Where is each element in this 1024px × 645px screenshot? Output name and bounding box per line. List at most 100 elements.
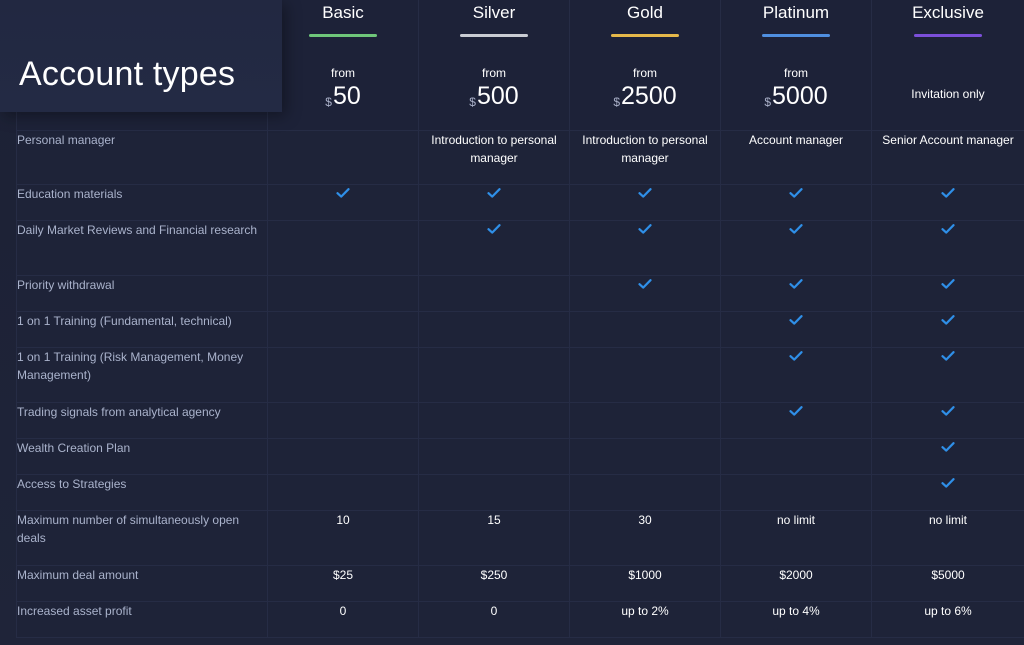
plan-price-amount: 50 <box>332 82 361 110</box>
feature-row-maximum-deal-amount: Maximum deal amount $25 $250 $1000 $2000 $500… <box>16 565 1024 602</box>
feature-cell-included <box>871 438 1024 475</box>
check-icon <box>789 278 803 290</box>
check-icon <box>638 187 652 199</box>
check-icon <box>789 223 803 235</box>
feature-label: Priority withdrawal <box>16 275 268 312</box>
plan-price: $50 <box>268 82 418 116</box>
check-icon <box>789 405 803 417</box>
feature-cell-value: 0 <box>418 601 570 638</box>
plan-name: Gold <box>627 3 663 22</box>
plan-column-gold: Gold from $2500 <box>569 0 721 131</box>
feature-row-daily-market-reviews-and-financial-research: Daily Market Reviews and Financial resea… <box>16 220 1024 276</box>
feature-cell-value: Senior Account manager <box>871 130 1024 185</box>
check-icon <box>941 441 955 453</box>
plan-color-bar <box>460 34 528 37</box>
feature-cell-included <box>871 220 1024 276</box>
feature-cell-empty <box>418 438 570 475</box>
feature-cell-empty <box>267 130 419 185</box>
feature-label: 1 on 1 Training (Risk Management, Money … <box>16 347 268 403</box>
plan-price: $500 <box>419 82 569 116</box>
feature-cell-empty <box>569 347 721 403</box>
check-icon <box>789 187 803 199</box>
check-icon <box>336 187 350 199</box>
feature-cell-value: 30 <box>569 510 721 566</box>
feature-cell-included <box>267 184 419 221</box>
feature-label: Education materials <box>16 184 268 221</box>
feature-cell-value: no limit <box>720 510 872 566</box>
feature-cell-empty <box>569 402 721 439</box>
plan-price: $2500 <box>570 82 720 116</box>
plan-column-silver: Silver from $500 <box>418 0 570 131</box>
account-types-page: Account types Basic from $50 Silver from $500… <box>0 0 1024 645</box>
feature-cell-included <box>871 347 1024 403</box>
feature-cell-empty <box>267 347 419 403</box>
plan-from-label: from <box>633 66 657 80</box>
feature-cell-empty <box>720 438 872 475</box>
feature-cell-empty <box>418 402 570 439</box>
plan-color-bar <box>309 34 377 37</box>
feature-cell-value: 10 <box>267 510 419 566</box>
feature-label: Daily Market Reviews and Financial resea… <box>16 220 268 276</box>
feature-label: Maximum number of simultaneously open de… <box>16 510 268 566</box>
feature-label: Trading signals from analytical agency <box>16 402 268 439</box>
feature-cell-included <box>720 347 872 403</box>
plan-currency: $ <box>764 95 772 109</box>
plan-column-platinum: Platinum from $5000 <box>720 0 872 131</box>
check-icon <box>941 477 955 489</box>
feature-row-maximum-number-of-simultaneously-open-deals: Maximum number of simultaneously open de… <box>16 510 1024 566</box>
feature-cell-included <box>569 184 721 221</box>
feature-cell-empty <box>267 275 419 312</box>
feature-cell-included <box>569 275 721 312</box>
feature-cell-included <box>720 220 872 276</box>
feature-cell-value: Introduction to personal manager <box>569 130 721 185</box>
feature-cell-value: Account manager <box>720 130 872 185</box>
feature-label: 1 on 1 Training (Fundamental, technical) <box>16 311 268 348</box>
plan-from-label: from <box>784 66 808 80</box>
feature-cell-empty <box>569 311 721 348</box>
check-icon <box>941 350 955 362</box>
feature-cell-value: $2000 <box>720 565 872 602</box>
feature-label: Maximum deal amount <box>16 565 268 602</box>
feature-row-increased-asset-profit: Increased asset profit 0 0 up to 2% up to 4%… <box>16 601 1024 638</box>
feature-cell-value: Introduction to personal manager <box>418 130 570 185</box>
plan-price-amount: 5000 <box>772 82 828 110</box>
plan-column-exclusive: Exclusive Invitation only <box>871 0 1024 131</box>
plan-currency: $ <box>613 95 621 109</box>
plan-price: $5000 <box>721 82 871 116</box>
feature-cell-empty <box>720 474 872 511</box>
check-icon <box>941 405 955 417</box>
plan-name: Basic <box>322 3 364 22</box>
feature-cell-included <box>720 275 872 312</box>
feature-row-personal-manager: Personal manager Introduction to personal… <box>16 130 1024 185</box>
check-icon <box>941 278 955 290</box>
feature-cell-included <box>720 402 872 439</box>
feature-cell-empty <box>267 402 419 439</box>
feature-cell-included <box>720 184 872 221</box>
page-title: Account types <box>19 55 236 93</box>
feature-cell-value: $25 <box>267 565 419 602</box>
feature-cell-value: $250 <box>418 565 570 602</box>
feature-row-1-on-1-training-fundamental-technical: 1 on 1 Training (Fundamental, technical) <box>16 311 1024 348</box>
feature-cell-value: up to 2% <box>569 601 721 638</box>
feature-row-trading-signals-from-analytical-agency: Trading signals from analytical agency <box>16 402 1024 439</box>
feature-cell-included <box>871 275 1024 312</box>
feature-cell-included <box>871 402 1024 439</box>
plan-from-label: from <box>331 66 355 80</box>
check-icon <box>638 278 652 290</box>
feature-cell-empty <box>267 438 419 475</box>
check-icon <box>638 223 652 235</box>
check-icon <box>941 314 955 326</box>
feature-label: Increased asset profit <box>16 601 268 638</box>
check-icon <box>789 314 803 326</box>
feature-cell-value: up to 4% <box>720 601 872 638</box>
plan-invite-label: Invitation only <box>911 87 985 101</box>
page-title-box: Account types <box>0 0 282 112</box>
plan-color-bar <box>914 34 982 37</box>
feature-cell-empty <box>569 438 721 475</box>
feature-cell-included <box>871 184 1024 221</box>
plan-price-amount: 2500 <box>621 82 677 110</box>
feature-cell-included <box>871 474 1024 511</box>
feature-cell-included <box>418 220 570 276</box>
feature-cell-included <box>569 220 721 276</box>
check-icon <box>487 187 501 199</box>
